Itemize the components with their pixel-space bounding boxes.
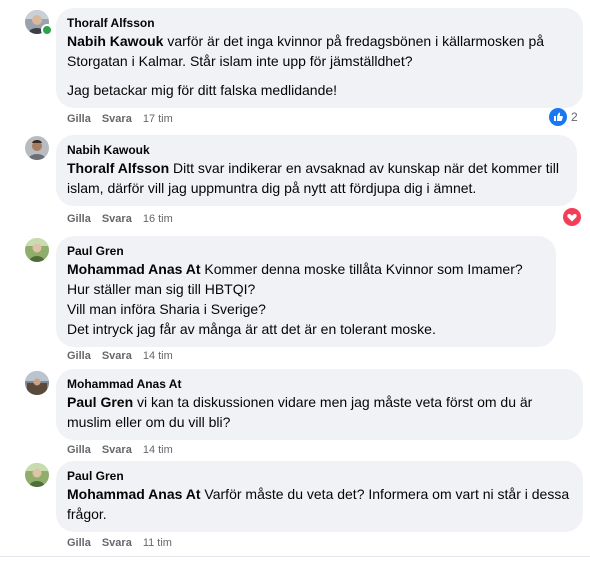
- mention-link[interactable]: Paul Gren: [67, 394, 133, 410]
- comment-bubble: Paul Gren Mohammad Anas At Varför måste …: [56, 461, 583, 532]
- comment-text: Vill man införa Sharia i Sverige?: [67, 301, 266, 317]
- reply-button[interactable]: Svara: [102, 350, 132, 362]
- profile-photo-icon: [25, 136, 49, 160]
- mention-link[interactable]: Nabih Kawouk: [67, 33, 163, 49]
- heart-icon: [563, 208, 581, 226]
- timestamp[interactable]: 14 tim: [143, 350, 173, 362]
- comment-author[interactable]: Paul Gren: [67, 468, 571, 484]
- online-status-dot: [41, 24, 53, 36]
- avatar[interactable]: [25, 463, 49, 487]
- comment-text: Mohammad Anas At Kommer denna moske till…: [67, 261, 523, 277]
- reply-button[interactable]: Svara: [102, 213, 132, 225]
- reply-button[interactable]: Svara: [102, 444, 132, 456]
- like-button[interactable]: Gilla: [67, 113, 91, 125]
- comment-text: Hur ställer man sig till HBTQI?: [67, 281, 256, 297]
- comment-text: Mohammad Anas At Varför måste du veta de…: [67, 486, 570, 522]
- timestamp[interactable]: 11 tim: [143, 537, 172, 549]
- comment-author[interactable]: Thoralf Alfsson: [67, 15, 571, 31]
- profile-photo-icon: [25, 463, 49, 487]
- timestamp[interactable]: 14 tim: [143, 444, 173, 456]
- comment-bubble: Paul Gren Mohammad Anas At Kommer denna …: [56, 236, 556, 347]
- avatar[interactable]: [25, 136, 49, 160]
- comment-text: Jag betackar mig för ditt falska medlida…: [67, 82, 338, 98]
- reaction-summary[interactable]: 2: [549, 108, 578, 126]
- reaction-summary[interactable]: [563, 208, 581, 226]
- comment-text: Paul Gren vi kan ta diskussionen vidare …: [67, 394, 533, 430]
- comment-text: Det intryck jag får av många är att det …: [67, 321, 436, 337]
- like-button[interactable]: Gilla: [67, 444, 91, 456]
- timestamp[interactable]: 16 tim: [143, 213, 173, 225]
- like-button[interactable]: Gilla: [67, 537, 91, 549]
- avatar[interactable]: [25, 238, 49, 262]
- timestamp[interactable]: 17 tim: [143, 113, 173, 125]
- mention-link[interactable]: Mohammad Anas At: [67, 261, 201, 277]
- divider: [0, 556, 590, 557]
- comment-actions: Gilla Svara 17 tim: [67, 112, 173, 126]
- avatar[interactable]: [25, 371, 49, 395]
- comment-actions: Gilla Svara 11 tim: [67, 536, 172, 550]
- comment-text: Thoralf Alfsson Ditt svar indikerar en a…: [67, 160, 559, 196]
- comment-actions: Gilla Svara 16 tim: [67, 212, 173, 226]
- mention-link[interactable]: Mohammad Anas At: [67, 486, 201, 502]
- comment-actions: Gilla Svara 14 tim: [67, 349, 173, 363]
- profile-photo-icon: [25, 238, 49, 262]
- comment-bubble: Mohammad Anas At Paul Gren vi kan ta dis…: [56, 369, 583, 440]
- reply-button[interactable]: Svara: [102, 537, 132, 549]
- comment-author[interactable]: Paul Gren: [67, 243, 544, 259]
- comment-author[interactable]: Mohammad Anas At: [67, 376, 571, 392]
- comment-author[interactable]: Nabih Kawouk: [67, 142, 565, 158]
- like-button[interactable]: Gilla: [67, 350, 91, 362]
- mention-link[interactable]: Thoralf Alfsson: [67, 160, 169, 176]
- comment-actions: Gilla Svara 14 tim: [67, 443, 173, 457]
- profile-photo-icon: [25, 371, 49, 395]
- comment-bubble: Thoralf Alfsson Nabih Kawouk varför är d…: [56, 8, 583, 108]
- reaction-count: 2: [571, 110, 578, 124]
- reply-button[interactable]: Svara: [102, 113, 132, 125]
- like-icon: [549, 108, 567, 126]
- comment-bubble: Nabih Kawouk Thoralf Alfsson Ditt svar i…: [56, 135, 577, 206]
- comment-text: Nabih Kawouk varför är det inga kvinnor …: [67, 33, 545, 69]
- like-button[interactable]: Gilla: [67, 213, 91, 225]
